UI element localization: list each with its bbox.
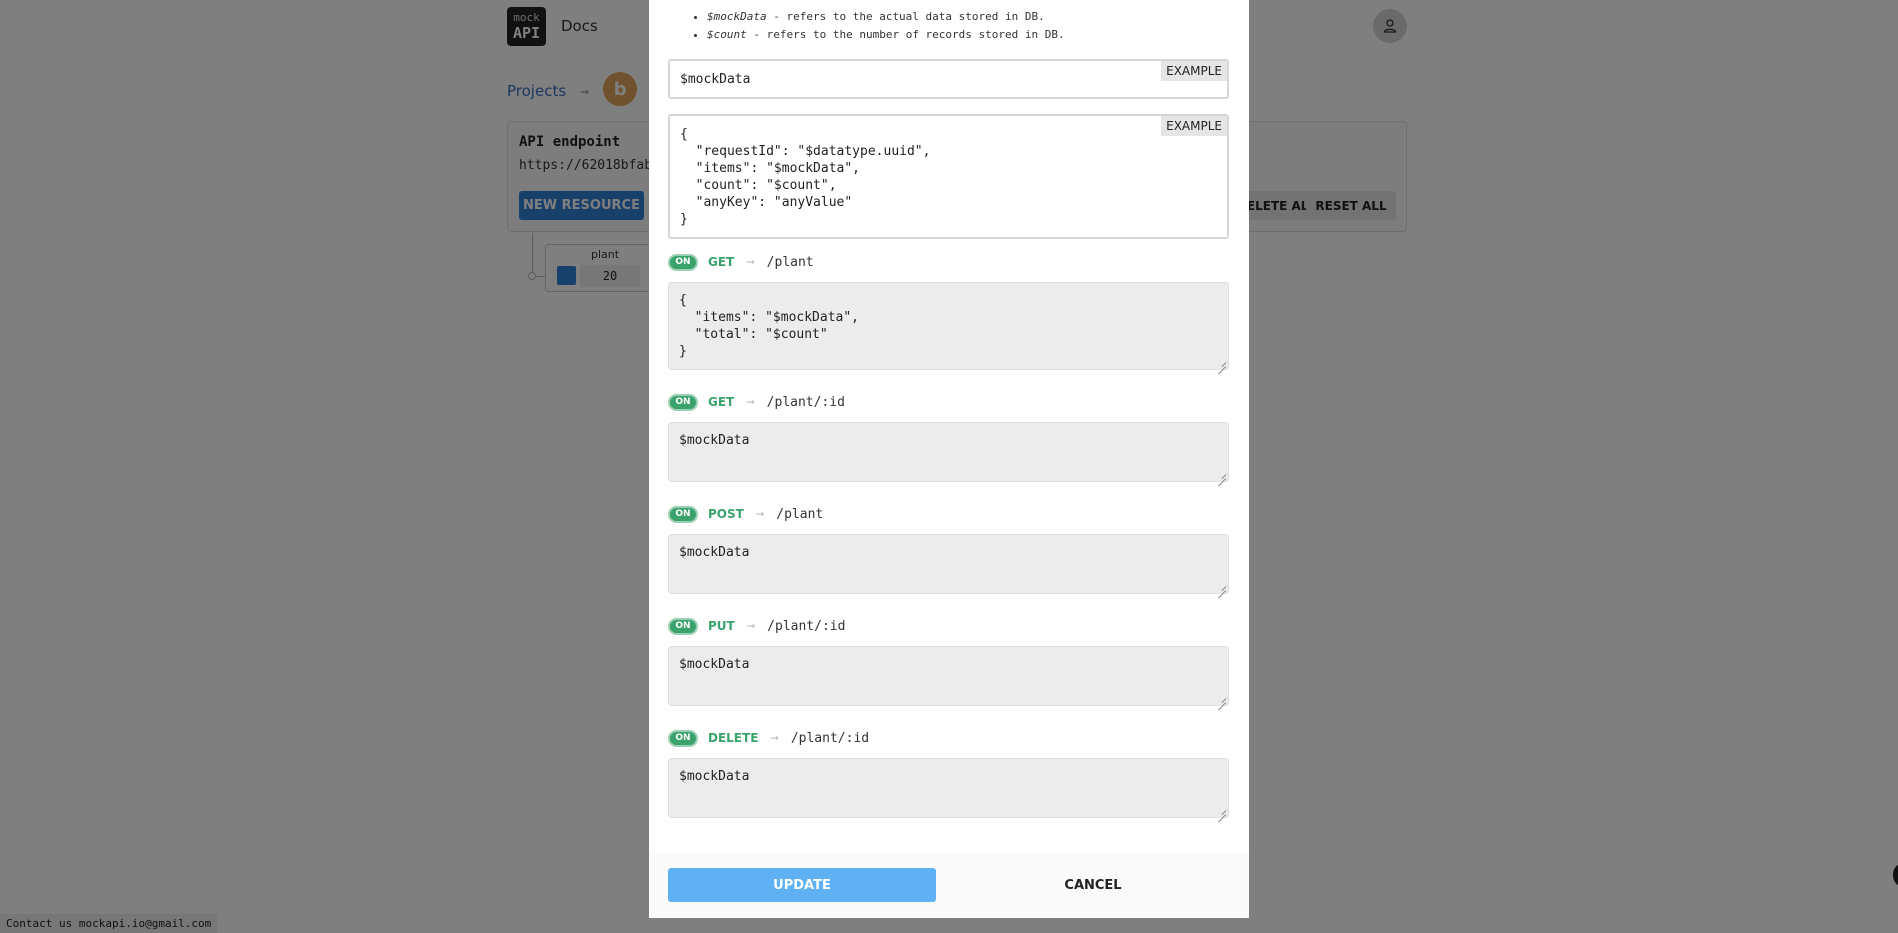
- arrow-right-icon: →: [746, 254, 755, 270]
- resize-handle-icon[interactable]: [1217, 358, 1226, 367]
- route-template-textarea[interactable]: $mockData: [668, 646, 1229, 706]
- modal-footer: UPDATE CANCEL: [649, 853, 1249, 918]
- object-template-input[interactable]: $mockData EXAMPLE: [668, 59, 1229, 99]
- note-text: - refers to the actual data stored in DB…: [766, 10, 1045, 23]
- resource-edit-modal: $mockData - refers to the actual data st…: [649, 0, 1249, 918]
- route-path: /plant/:id: [766, 394, 845, 410]
- note-term: $mockData: [707, 10, 767, 23]
- template-variables-notes: $mockData - refers to the actual data st…: [689, 8, 1065, 44]
- route-template-value: $mockData: [679, 433, 750, 448]
- note-text: - refers to the number of records stored…: [746, 28, 1065, 41]
- arrow-right-icon: →: [746, 618, 756, 634]
- route-toggle[interactable]: ON: [668, 617, 698, 635]
- route-get-single: ON GET → /plant/:id: [668, 393, 845, 411]
- note-mockdata: $mockData - refers to the actual data st…: [707, 8, 1065, 26]
- route-toggle[interactable]: ON: [668, 729, 698, 747]
- route-method: GET: [708, 255, 735, 269]
- route-post: ON POST → /plant: [668, 505, 823, 523]
- route-template-value: $mockData: [679, 545, 750, 560]
- resize-handle-icon[interactable]: [1217, 806, 1226, 815]
- route-toggle[interactable]: ON: [668, 505, 698, 523]
- update-button[interactable]: UPDATE: [668, 868, 936, 902]
- route-path: /plant/:id: [790, 730, 870, 746]
- route-method: POST: [708, 507, 744, 521]
- arrow-right-icon: →: [746, 394, 755, 410]
- resize-handle-icon[interactable]: [1217, 694, 1226, 703]
- route-put: ON PUT → /plant/:id: [668, 617, 845, 635]
- cancel-button[interactable]: CANCEL: [959, 868, 1227, 902]
- note-count: $count - refers to the number of records…: [707, 26, 1065, 44]
- route-method: PUT: [708, 619, 735, 633]
- object-template-example-button[interactable]: EXAMPLE: [1161, 61, 1227, 81]
- route-template-value: { "items": "$mockData", "total": "$count…: [679, 293, 860, 359]
- route-path: /plant: [766, 254, 814, 270]
- list-template-value: { "requestId": "$datatype.uuid", "items"…: [680, 127, 931, 227]
- arrow-right-icon: →: [755, 506, 765, 522]
- route-method: GET: [708, 395, 735, 409]
- route-template-value: $mockData: [679, 769, 750, 784]
- route-toggle[interactable]: ON: [668, 253, 698, 271]
- list-template-input[interactable]: { "requestId": "$datatype.uuid", "items"…: [668, 114, 1229, 239]
- route-template-textarea[interactable]: { "items": "$mockData", "total": "$count…: [668, 282, 1229, 370]
- route-template-value: $mockData: [679, 657, 750, 672]
- arrow-right-icon: →: [770, 730, 779, 746]
- note-term: $count: [707, 28, 747, 41]
- route-delete: ON DELETE → /plant/:id: [668, 729, 869, 747]
- route-get-list: ON GET → /plant: [668, 253, 814, 271]
- route-path: /plant/:id: [767, 618, 846, 634]
- resize-handle-icon[interactable]: [1217, 582, 1226, 591]
- route-template-textarea[interactable]: $mockData: [668, 758, 1229, 818]
- route-toggle[interactable]: ON: [668, 393, 698, 411]
- resize-handle-icon[interactable]: [1217, 470, 1226, 479]
- route-template-textarea[interactable]: $mockData: [668, 534, 1229, 594]
- route-method: DELETE: [708, 731, 759, 745]
- list-template-example-button[interactable]: EXAMPLE: [1161, 116, 1227, 136]
- route-template-textarea[interactable]: $mockData: [668, 422, 1229, 482]
- object-template-value: $mockData: [680, 72, 751, 87]
- route-path: /plant: [776, 506, 824, 522]
